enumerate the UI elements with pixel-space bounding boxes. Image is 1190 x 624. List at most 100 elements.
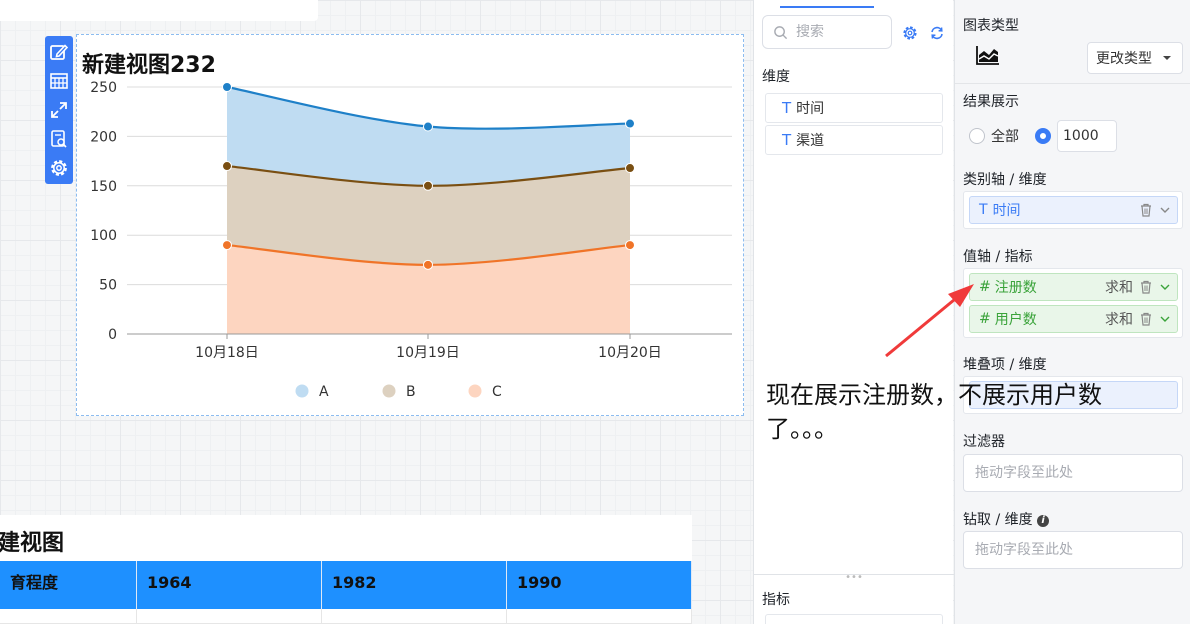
table-header-cell[interactable]: 1982 <box>322 561 507 609</box>
section-divider <box>955 83 1190 84</box>
metrics-label: 指标 <box>762 592 790 608</box>
radio-limit[interactable] <box>1035 128 1051 144</box>
dimension-field-time[interactable]: T 时间 <box>765 93 943 123</box>
y-tick-label: 50 <box>99 278 117 294</box>
value-chip-registrations[interactable]: # 注册数 求和 <box>969 273 1178 301</box>
gear-icon[interactable] <box>902 25 918 41</box>
legend-swatch-B <box>382 384 396 398</box>
drill-label-text: 钻取 / 维度 <box>963 512 1033 528</box>
inspect-icon[interactable] <box>48 128 70 150</box>
radio-all-label: 全部 <box>991 129 1019 145</box>
info-icon[interactable]: i <box>1037 515 1050 527</box>
x-tick-label: 10月18日 <box>195 345 259 361</box>
caret-down-icon <box>1163 56 1171 60</box>
change-type-select[interactable]: 更改类型 <box>1087 42 1183 74</box>
chevron-down-icon[interactable] <box>1159 281 1171 293</box>
y-tick-label: 250 <box>90 80 117 96</box>
legend-swatch-A <box>295 384 309 398</box>
field-search[interactable] <box>762 15 892 49</box>
chart-toolbar <box>45 36 73 184</box>
chart-card[interactable]: 新建视图232 0 50 100 150 200 250 10月18日 10月19日 10月20… <box>76 34 744 416</box>
change-type-label: 更改类型 <box>1096 51 1152 67</box>
text-type-icon: T <box>782 131 792 149</box>
drill-label: 钻取 / 维度 i <box>963 509 1050 529</box>
annotation-text: 现在展示注册数，不展示用户数了。。。 <box>766 381 1102 443</box>
point-C <box>222 240 232 251</box>
text-type-icon: T <box>979 202 988 218</box>
point-A <box>423 121 433 132</box>
result-radio-group: 全部 <box>969 120 1117 152</box>
category-chip-time[interactable]: T 时间 <box>969 196 1178 224</box>
legend-swatch-C <box>468 384 482 398</box>
legend-label-B: B <box>406 384 416 400</box>
table-cell <box>137 609 322 623</box>
number-type-icon: # <box>979 311 991 327</box>
edit-icon[interactable] <box>48 41 70 63</box>
active-tab-indicator <box>780 6 874 8</box>
point-A <box>222 82 232 92</box>
category-axis-label: 类别轴 / 维度 <box>963 172 1047 188</box>
dimensions-label: 维度 <box>762 69 790 85</box>
aggregation-label[interactable]: 求和 <box>1105 309 1133 329</box>
settings-icon[interactable] <box>48 157 70 179</box>
top-card <box>0 0 318 21</box>
dimension-field-channel[interactable]: T 渠道 <box>765 125 943 155</box>
aggregation-label[interactable]: 求和 <box>1105 277 1133 297</box>
drill-dropzone[interactable]: 拖动字段至此处 <box>963 531 1183 569</box>
radio-all[interactable] <box>969 128 985 144</box>
trash-icon[interactable] <box>1139 280 1153 294</box>
config-panel: 图表类型 更改类型 结果展示 全部 类别轴 / 维度 T 时间 值轴 / 指标 … <box>954 0 1190 624</box>
value-axis-dropzone[interactable]: # 注册数 求和 # 用户数 求和 <box>963 268 1183 338</box>
table-title: 建视图 <box>0 531 65 556</box>
table-header-cell[interactable]: 1964 <box>137 561 322 609</box>
point-C <box>423 259 433 270</box>
table-cell <box>0 609 137 623</box>
field-label: 时间 <box>796 101 825 117</box>
panel-splitter[interactable]: ••• <box>754 573 954 583</box>
chart-type-label: 图表类型 <box>963 18 1019 34</box>
value-chip-users[interactable]: # 用户数 求和 <box>969 305 1178 333</box>
trash-icon[interactable] <box>1139 312 1153 326</box>
field-label: 渠道 <box>796 133 825 149</box>
x-tick-label: 10月20日 <box>598 345 662 361</box>
text-type-icon: T <box>782 99 792 117</box>
metric-field[interactable] <box>765 614 943 624</box>
table-header-cell[interactable]: 育程度 <box>0 561 137 609</box>
table-header-cell[interactable]: 1990 <box>507 561 692 609</box>
table-row <box>0 609 692 624</box>
limit-input[interactable] <box>1057 120 1117 152</box>
search-icon <box>774 25 788 39</box>
table-header: 育程度 1964 1982 1990 <box>0 561 692 609</box>
chevron-down-icon[interactable] <box>1159 313 1171 325</box>
field-panel: 维度 T 时间 T 渠道 ••• 指标 <box>753 0 954 624</box>
stack-label: 堆叠项 / 维度 <box>963 357 1047 373</box>
table-card[interactable]: 建视图 育程度 1964 1982 1990 <box>0 515 692 624</box>
table-cell <box>507 609 692 623</box>
y-tick-label: 150 <box>90 179 117 195</box>
y-tick-label: 0 <box>108 327 117 343</box>
legend-label-C: C <box>492 384 502 400</box>
chevron-down-icon[interactable] <box>1159 204 1171 216</box>
chip-label: 时间 <box>992 203 1021 219</box>
value-axis-label: 值轴 / 指标 <box>963 249 1033 265</box>
chip-label: 用户数 <box>994 312 1037 328</box>
point-B <box>423 180 433 191</box>
area-chart-icon <box>976 46 999 65</box>
result-label: 结果展示 <box>963 94 1019 110</box>
table-cell <box>322 609 507 623</box>
expand-icon[interactable] <box>48 99 70 121</box>
category-axis-dropzone[interactable]: T 时间 <box>963 191 1183 229</box>
area-chart: 0 50 100 150 200 250 10月18日 10月19日 10月20日 A B C <box>90 80 732 400</box>
refresh-icon[interactable] <box>929 25 945 41</box>
y-tick-label: 200 <box>90 129 117 145</box>
point-C <box>625 240 635 251</box>
legend-label-A: A <box>319 384 329 400</box>
x-tick-label: 10月19日 <box>396 345 460 361</box>
data-view-icon[interactable] <box>48 70 70 92</box>
search-input[interactable] <box>796 24 876 40</box>
chip-label: 注册数 <box>994 280 1037 296</box>
trash-icon[interactable] <box>1139 203 1153 217</box>
number-type-icon: # <box>979 279 991 295</box>
point-A <box>625 118 635 129</box>
filter-dropzone[interactable]: 拖动字段至此处 <box>963 454 1183 492</box>
